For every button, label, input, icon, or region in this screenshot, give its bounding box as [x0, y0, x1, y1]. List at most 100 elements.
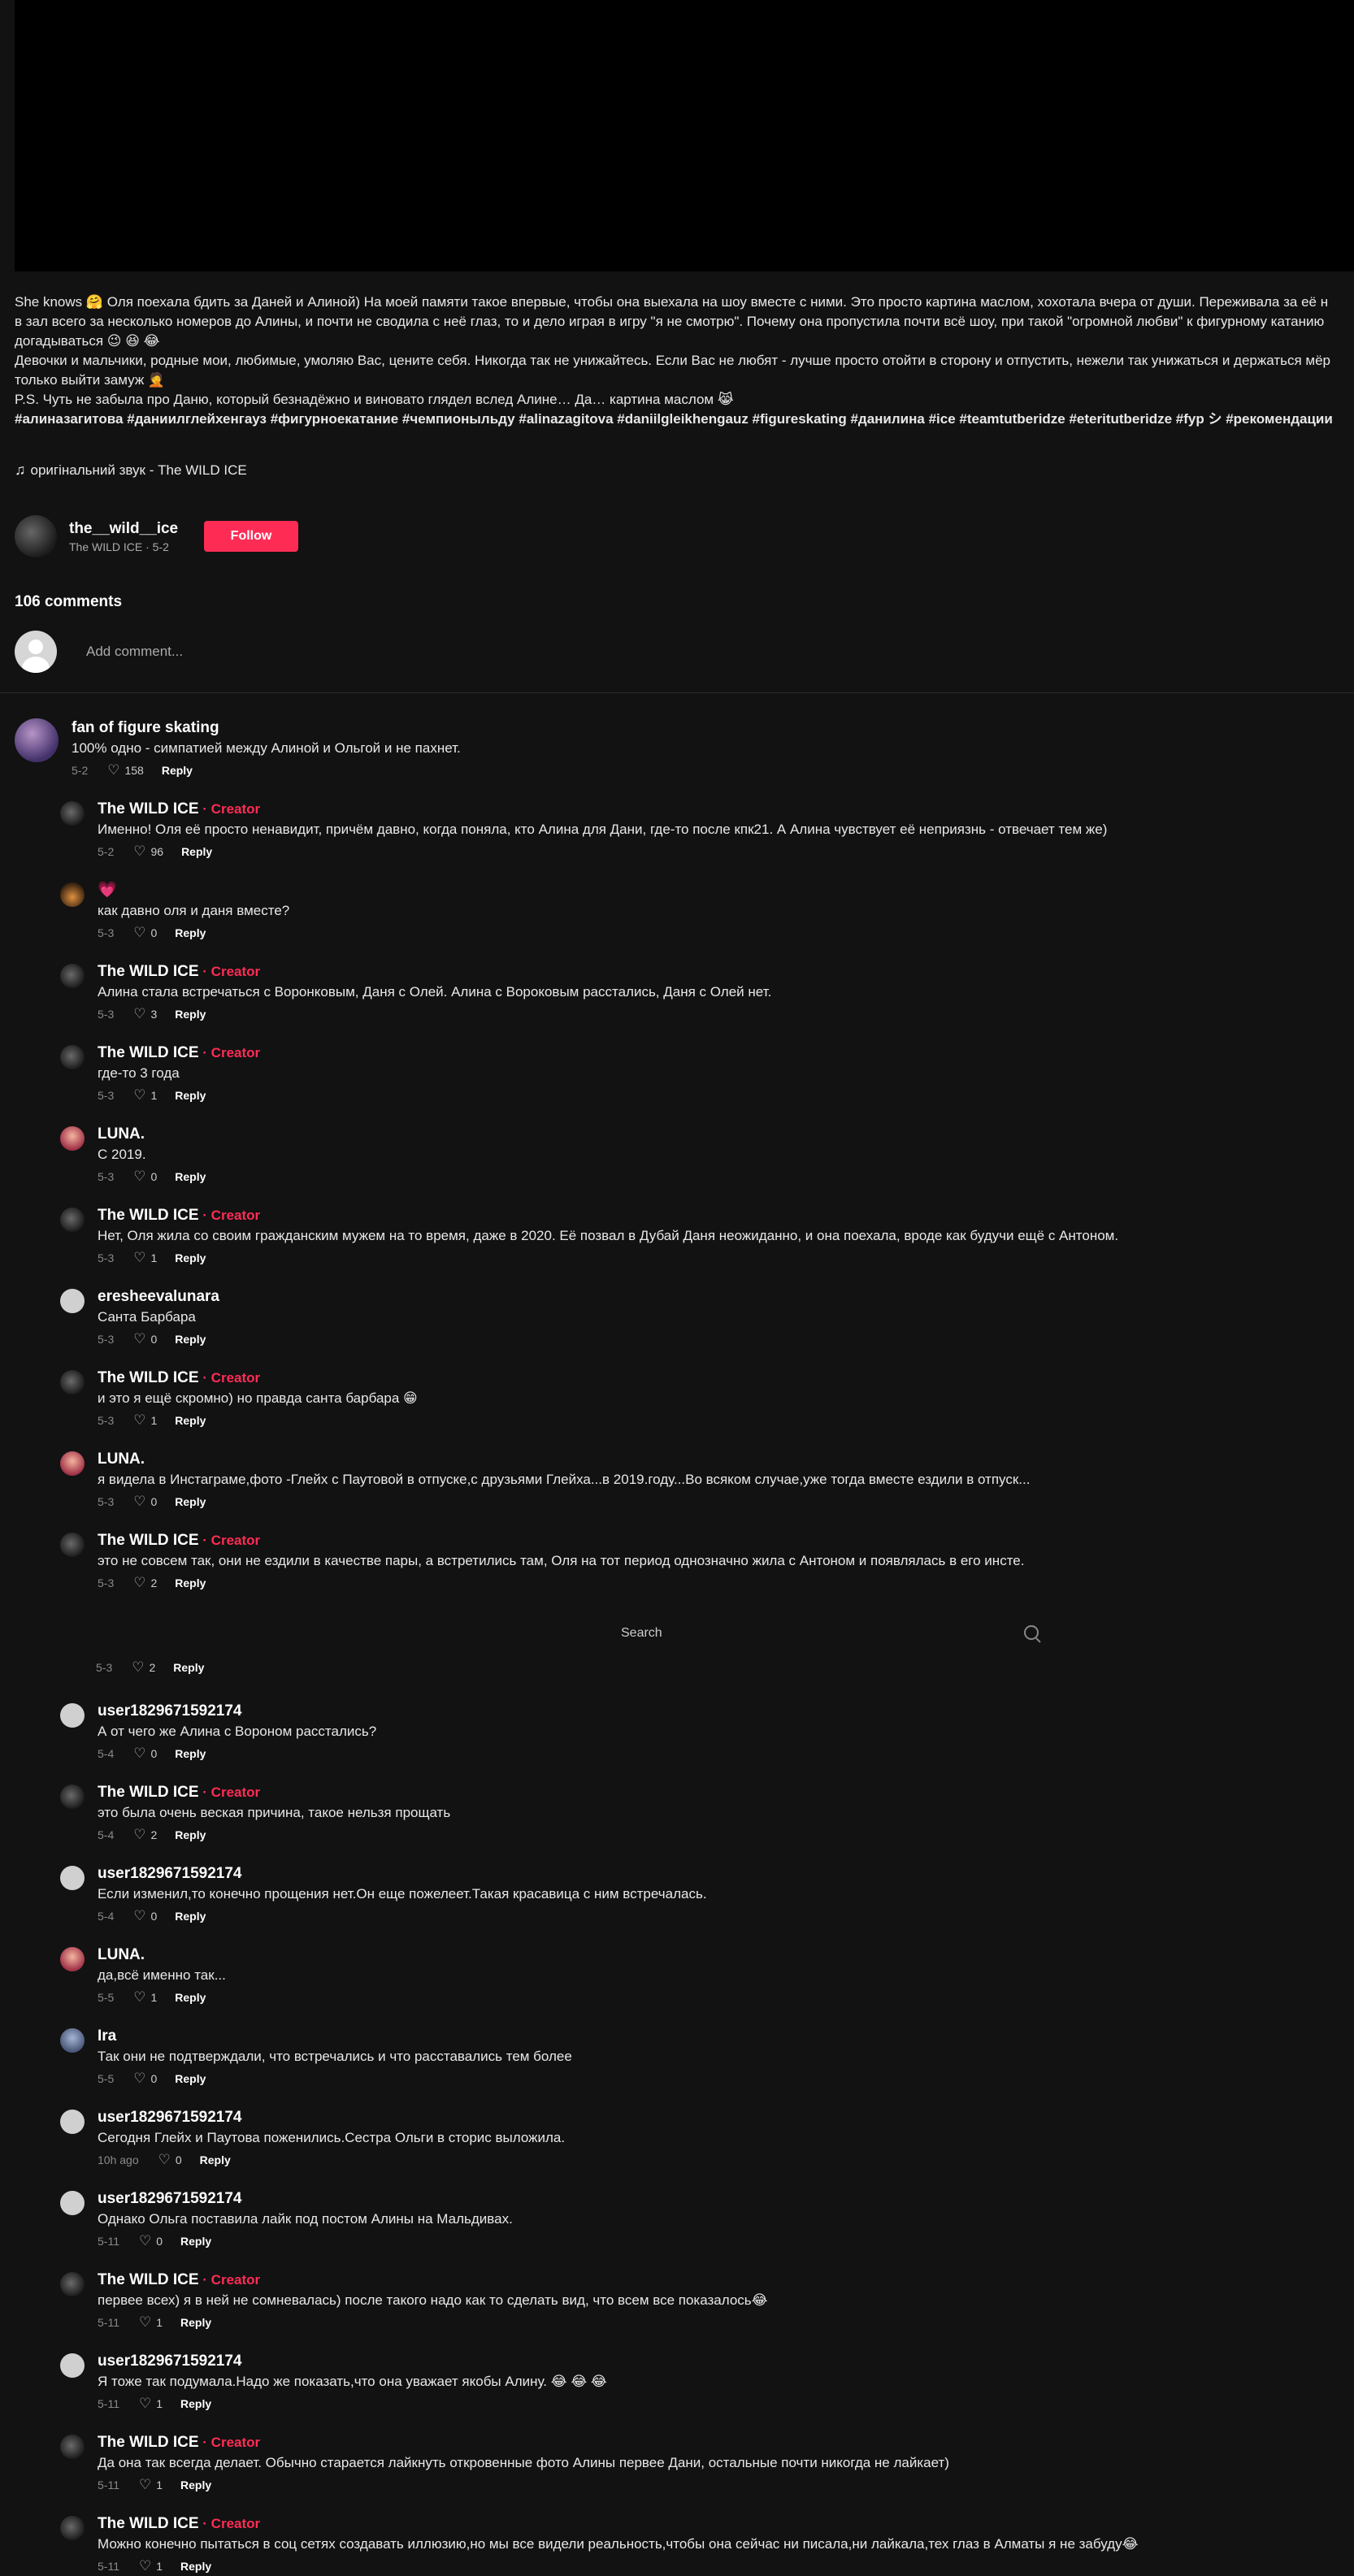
reply-button[interactable]: Reply — [175, 1495, 206, 1508]
commenter-avatar[interactable] — [60, 1785, 85, 1809]
commenter-avatar[interactable] — [60, 1370, 85, 1394]
commenter-avatar[interactable] — [60, 2028, 85, 2053]
reply-button[interactable]: Reply — [175, 2072, 206, 2085]
reply-button[interactable]: Reply — [175, 1414, 206, 1427]
heart-icon[interactable]: ♡ — [133, 1331, 145, 1347]
commenter-avatar[interactable] — [60, 1703, 85, 1728]
heart-icon[interactable]: ♡ — [132, 1659, 144, 1676]
commenter-avatar[interactable] — [60, 2353, 85, 2378]
comment-username[interactable]: The WILD ICE — [98, 2271, 199, 2288]
heart-icon[interactable]: ♡ — [133, 1575, 145, 1591]
commenter-avatar[interactable] — [60, 964, 85, 988]
comment-username[interactable]: The WILD ICE — [98, 2434, 199, 2451]
commenter-avatar[interactable] — [15, 718, 59, 762]
heart-icon[interactable]: ♡ — [139, 2396, 151, 2412]
reply-button[interactable]: Reply — [180, 2235, 211, 2248]
heart-icon[interactable]: ♡ — [133, 1989, 145, 2006]
heart-icon[interactable]: ♡ — [158, 2152, 171, 2168]
reply-button[interactable]: Reply — [173, 1661, 204, 1674]
comment-username[interactable]: user1829671592174 — [98, 1702, 242, 1720]
reply-button[interactable]: Reply — [180, 2397, 211, 2410]
comment-username[interactable]: The WILD ICE — [98, 2515, 199, 2532]
heart-icon[interactable]: ♡ — [133, 1827, 145, 1843]
reply-button[interactable]: Reply — [181, 845, 212, 858]
heart-icon[interactable]: ♡ — [133, 2071, 145, 2087]
comment-username[interactable]: fan of figure skating — [72, 719, 219, 736]
commenter-avatar[interactable] — [60, 1451, 85, 1476]
comment-username[interactable]: The WILD ICE — [98, 1044, 199, 1061]
commenter-avatar[interactable] — [60, 1866, 85, 1890]
heart-icon[interactable]: ♡ — [133, 1746, 145, 1762]
heart-icon[interactable]: ♡ — [133, 1908, 145, 1924]
commenter-avatar[interactable] — [60, 1045, 85, 1069]
heart-icon[interactable]: ♡ — [139, 2558, 151, 2574]
heart-icon[interactable]: ♡ — [133, 925, 145, 941]
commenter-avatar[interactable] — [60, 1533, 85, 1557]
heart-icon[interactable]: ♡ — [107, 762, 119, 778]
heart-icon[interactable]: ♡ — [133, 1250, 145, 1266]
search-icon[interactable] — [1024, 1625, 1039, 1640]
comment-username[interactable]: 💗 — [98, 882, 117, 899]
reply-button[interactable]: Reply — [175, 1008, 206, 1021]
search-bar[interactable]: Search — [621, 1624, 1044, 1643]
comment-username[interactable]: The WILD ICE — [98, 963, 199, 980]
reply-button[interactable]: Reply — [175, 1089, 206, 1102]
reply-button[interactable]: Reply — [175, 1910, 206, 1923]
author-avatar[interactable] — [15, 515, 57, 557]
comment-username[interactable]: The WILD ICE — [98, 1784, 199, 1801]
commenter-avatar[interactable] — [60, 2272, 85, 2296]
reply-button[interactable]: Reply — [180, 2560, 211, 2573]
commenter-avatar[interactable] — [60, 801, 85, 826]
reply-button[interactable]: Reply — [175, 1251, 206, 1264]
comment-username[interactable]: LUNA. — [98, 1125, 145, 1143]
reply-button[interactable]: Reply — [175, 1170, 206, 1183]
reply-button[interactable]: Reply — [175, 1576, 206, 1589]
comment-username[interactable]: user1829671592174 — [98, 1865, 242, 1882]
commenter-avatar[interactable] — [60, 2516, 85, 2540]
heart-icon[interactable]: ♡ — [139, 2477, 151, 2493]
heart-icon[interactable]: ♡ — [133, 1087, 145, 1104]
heart-icon[interactable]: ♡ — [133, 1169, 145, 1185]
reply-button[interactable]: Reply — [200, 2153, 231, 2166]
reply-button[interactable]: Reply — [175, 1991, 206, 2004]
comment-username[interactable]: Ira — [98, 2027, 116, 2045]
heart-icon[interactable]: ♡ — [133, 843, 145, 860]
sound-link[interactable]: ♫ оригінальний звук - The WILD ICE — [15, 462, 247, 479]
commenter-avatar[interactable] — [60, 1126, 85, 1151]
comment-username[interactable]: The WILD ICE — [98, 1369, 199, 1386]
commenter-avatar[interactable] — [60, 2191, 85, 2215]
heart-icon[interactable]: ♡ — [133, 1494, 145, 1510]
comment-username[interactable]: user1829671592174 — [98, 2353, 242, 2370]
author-username[interactable]: the__wild__ice — [69, 520, 204, 538]
commenter-avatar[interactable] — [60, 2435, 85, 2459]
reply-button[interactable]: Reply — [162, 764, 193, 777]
commenter-avatar[interactable] — [60, 1947, 85, 1971]
reply-button[interactable]: Reply — [175, 926, 206, 939]
reply-button[interactable]: Reply — [175, 1747, 206, 1760]
follow-button[interactable]: Follow — [204, 521, 298, 552]
commenter-avatar[interactable] — [60, 883, 85, 907]
heart-icon[interactable]: ♡ — [133, 1412, 145, 1429]
commenter-avatar[interactable] — [60, 1289, 85, 1313]
reply-button[interactable]: Reply — [175, 1828, 206, 1841]
add-comment-input[interactable]: Add comment... — [86, 644, 183, 660]
comment-username[interactable]: user1829671592174 — [98, 2190, 242, 2207]
comment-username[interactable]: LUNA. — [98, 1451, 145, 1468]
comment-username[interactable]: user1829671592174 — [98, 2109, 242, 2126]
hashtags[interactable]: #алиназагитова #даниилглейхенгауз #фигур… — [15, 410, 1354, 429]
commenter-avatar[interactable] — [60, 2110, 85, 2134]
reply-button[interactable]: Reply — [180, 2316, 211, 2329]
comment-username[interactable]: The WILD ICE — [98, 1532, 199, 1549]
comment-username[interactable]: eresheevalunara — [98, 1288, 219, 1305]
heart-icon[interactable]: ♡ — [139, 2314, 151, 2331]
video-player[interactable] — [15, 0, 1354, 271]
comment-username[interactable]: LUNA. — [98, 1946, 145, 1963]
reply-button[interactable]: Reply — [175, 1333, 206, 1346]
add-comment-row[interactable]: Add comment... — [15, 631, 183, 673]
commenter-avatar[interactable] — [60, 1208, 85, 1232]
heart-icon[interactable]: ♡ — [133, 1006, 145, 1022]
comment-username[interactable]: The WILD ICE — [98, 1207, 199, 1224]
heart-icon[interactable]: ♡ — [139, 2233, 151, 2249]
comment-username[interactable]: The WILD ICE — [98, 800, 199, 817]
reply-button[interactable]: Reply — [180, 2478, 211, 2491]
